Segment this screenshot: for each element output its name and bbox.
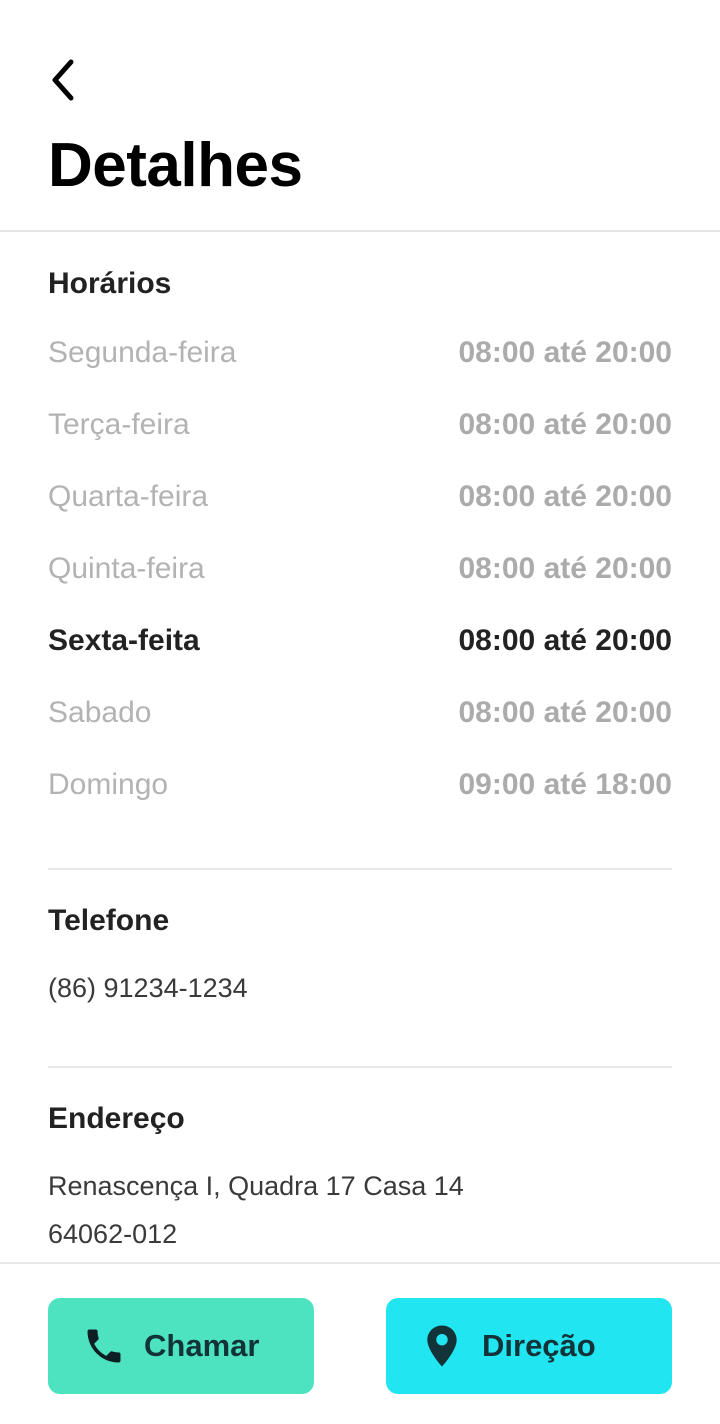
- time-range: 08:00 até 20:00: [458, 408, 673, 441]
- time-range: 08:00 até 20:00: [458, 624, 673, 657]
- day-label: Quinta-feira: [48, 552, 205, 585]
- hours-row-sunday: Domingo 09:00 até 18:00: [48, 763, 672, 807]
- day-label: Quarta-feira: [48, 480, 209, 513]
- time-range: 08:00 até 20:00: [458, 552, 673, 585]
- day-label: Sexta-feita: [48, 624, 200, 657]
- back-button[interactable]: [40, 55, 84, 105]
- time-range: 08:00 até 20:00: [458, 696, 673, 729]
- map-pin-icon: [424, 1324, 460, 1368]
- bottom-action-bar: Chamar Direção: [0, 1262, 720, 1424]
- hours-section-title: Horários: [48, 267, 172, 300]
- hours-row-tuesday: Terça-feira 08:00 até 20:00: [48, 403, 672, 447]
- hours-row-monday: Segunda-feira 08:00 até 20:00: [48, 331, 672, 375]
- time-range: 08:00 até 20:00: [458, 336, 673, 369]
- call-button-label: Chamar: [144, 1328, 260, 1363]
- time-range: 09:00 até 18:00: [458, 768, 673, 801]
- address-line: Renascença I, Quadra 17 Casa 14: [48, 1171, 464, 1201]
- hours-row-wednesday: Quarta-feira 08:00 até 20:00: [48, 475, 672, 519]
- time-range: 08:00 até 20:00: [458, 480, 673, 513]
- phone-icon: [82, 1324, 126, 1368]
- address-section-title: Endereço: [48, 1102, 185, 1135]
- call-button[interactable]: Chamar: [48, 1298, 314, 1394]
- section-divider: [48, 868, 672, 870]
- chevron-left-icon: [52, 59, 74, 101]
- hours-row-saturday: Sabado 08:00 até 20:00: [48, 691, 672, 735]
- directions-button[interactable]: Direção: [386, 1298, 672, 1394]
- hours-row-thursday: Quinta-feira 08:00 até 20:00: [48, 547, 672, 591]
- day-label: Terça-feira: [48, 408, 190, 441]
- day-label: Sabado: [48, 696, 152, 729]
- header-divider: [0, 230, 720, 232]
- day-label: Segunda-feira: [48, 336, 237, 369]
- section-divider: [48, 1066, 672, 1068]
- directions-button-label: Direção: [482, 1328, 596, 1363]
- phone-section-title: Telefone: [48, 904, 170, 937]
- phone-number: (86) 91234-1234: [48, 973, 248, 1003]
- day-label: Domingo: [48, 768, 169, 801]
- hours-row-friday-current: Sexta-feita 08:00 até 20:00: [48, 619, 672, 663]
- page-title: Detalhes: [48, 131, 303, 200]
- postal-code: 64062-012: [48, 1219, 178, 1249]
